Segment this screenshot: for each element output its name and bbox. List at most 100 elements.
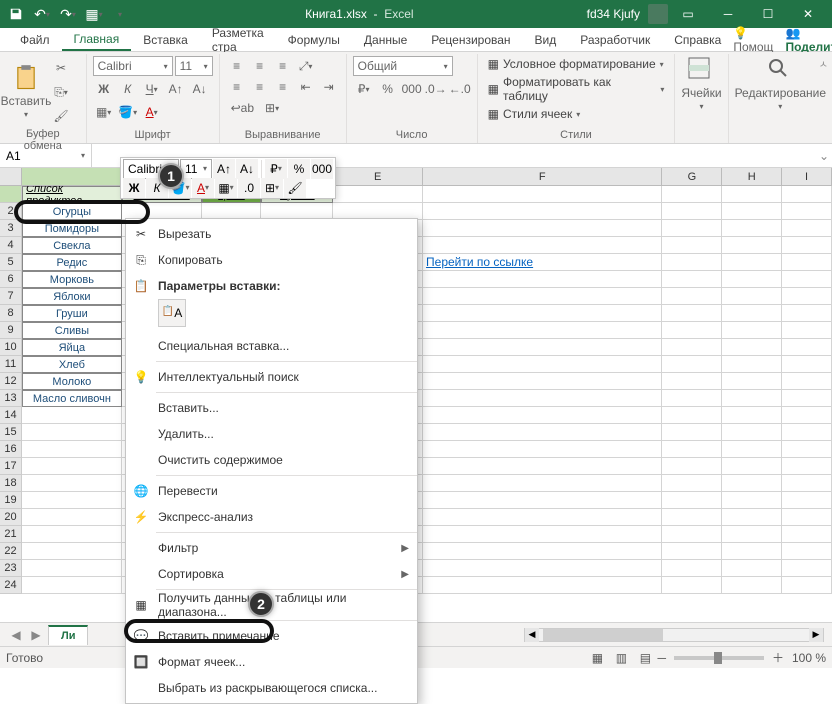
row-header[interactable]: 22 — [0, 543, 22, 560]
ctx-filter[interactable]: Фильтр▶ — [126, 535, 417, 561]
ribbon-options-icon[interactable]: ▭ — [668, 0, 708, 28]
row-header[interactable]: 16 — [0, 441, 22, 458]
font-name-combo[interactable]: Calibri▾ — [93, 56, 173, 76]
conditional-formatting-button[interactable]: ▦Условное форматирование▾ — [484, 56, 669, 72]
zoom-plus[interactable]: ＋ — [772, 649, 784, 666]
save-icon[interactable] — [4, 2, 28, 26]
font-color-icon[interactable]: A▾ — [141, 102, 163, 122]
mini-decrease-font-icon[interactable]: A↓ — [236, 159, 258, 179]
collapse-ribbon-icon[interactable]: ㅅ — [819, 56, 828, 71]
mini-increase-font-icon[interactable]: A↑ — [213, 159, 235, 179]
increase-indent-icon[interactable]: ⇥ — [318, 77, 340, 97]
col-header-a[interactable] — [22, 168, 122, 186]
paste-button[interactable]: Вставить ▾ — [1, 64, 52, 119]
ctx-paste-special[interactable]: Специальная вставка... — [126, 333, 417, 359]
hscroll-thumb[interactable] — [543, 629, 663, 641]
row-header[interactable]: 19 — [0, 492, 22, 509]
mini-percent-icon[interactable]: % — [288, 159, 310, 179]
cell[interactable]: Редис — [22, 254, 122, 271]
row-header[interactable]: 11 — [0, 356, 22, 373]
maximize-icon[interactable]: ☐ — [748, 0, 788, 28]
cell[interactable]: Яйца — [22, 339, 122, 356]
calc-icon[interactable]: ▦▾ — [82, 2, 106, 26]
ctx-pick-list[interactable]: Выбрать из раскрывающегося списка... — [126, 675, 417, 701]
row-header[interactable]: 18 — [0, 475, 22, 492]
close-icon[interactable]: ✕ — [788, 0, 828, 28]
row-header[interactable]: 24 — [0, 577, 22, 594]
mini-font-color-icon[interactable]: A▾ — [192, 178, 214, 198]
orientation-icon[interactable]: ⤢▾ — [295, 56, 317, 76]
ctx-sort[interactable]: Сортировка▶ — [126, 561, 417, 587]
comma-icon[interactable]: 000 — [401, 79, 423, 99]
cell[interactable]: Груши — [22, 305, 122, 322]
row-header[interactable]: 20 — [0, 509, 22, 526]
tab-developer[interactable]: Разработчик — [568, 28, 662, 51]
row-header[interactable]: 15 — [0, 424, 22, 441]
row-header[interactable]: 10 — [0, 339, 22, 356]
cell[interactable]: Сливы — [22, 322, 122, 339]
row-header[interactable]: 13 — [0, 390, 22, 407]
sheet-tab[interactable]: Ли — [48, 625, 88, 645]
paste-option-values[interactable]: 📋A — [158, 299, 186, 327]
tab-home[interactable]: Главная — [62, 28, 132, 51]
align-middle-icon[interactable]: ≡ — [249, 56, 271, 76]
col-header-h[interactable]: H — [722, 168, 782, 186]
decrease-indent-icon[interactable]: ⇤ — [295, 77, 317, 97]
row-header[interactable]: 23 — [0, 560, 22, 577]
mini-currency-icon[interactable]: ₽▾ — [265, 159, 287, 179]
row-header[interactable]: 17 — [0, 458, 22, 475]
tab-layout[interactable]: Разметка стра — [200, 28, 276, 51]
tab-data[interactable]: Данные — [352, 28, 419, 51]
font-size-combo[interactable]: 11▾ — [175, 56, 213, 76]
tab-file[interactable]: Файл — [8, 28, 62, 51]
increase-font-icon[interactable]: A↑ — [165, 79, 187, 99]
cells-button[interactable]: Ячейки ▾ — [681, 56, 721, 111]
hyperlink[interactable]: Перейти по ссылке — [426, 255, 533, 269]
tab-formulas[interactable]: Формулы — [276, 28, 352, 51]
view-break-icon[interactable]: ▤ — [634, 649, 656, 667]
share-button[interactable]: 👥 Поделиться — [785, 26, 832, 54]
redo-icon[interactable]: ↷▾ — [56, 2, 80, 26]
row-header[interactable]: 21 — [0, 526, 22, 543]
tell-me[interactable]: 💡 Помощ — [733, 26, 773, 54]
cell[interactable]: Масло сливочн — [22, 390, 122, 407]
cell[interactable]: Молоко — [22, 373, 122, 390]
decrease-font-icon[interactable]: A↓ — [189, 79, 211, 99]
align-bottom-icon[interactable]: ≡ — [272, 56, 294, 76]
view-normal-icon[interactable]: ▦ — [586, 649, 608, 667]
tab-view[interactable]: Вид — [523, 28, 569, 51]
number-format-combo[interactable]: Общий▾ — [353, 56, 453, 76]
ctx-format-cells[interactable]: 🔲Формат ячеек... — [126, 649, 417, 675]
sheet-nav-next-icon[interactable]: ▶ — [28, 628, 44, 642]
ctx-smart-lookup[interactable]: 💡Интеллектуальный поиск — [126, 364, 417, 390]
avatar-icon[interactable] — [648, 4, 668, 24]
ctx-copy[interactable]: ⎘Копировать — [126, 247, 417, 273]
undo-icon[interactable]: ↶▾ — [30, 2, 54, 26]
col-header-e[interactable]: E — [333, 168, 423, 186]
select-all-corner[interactable] — [0, 168, 22, 186]
ctx-cut[interactable]: ✂Вырезать — [126, 221, 417, 247]
borders-icon[interactable]: ▦▾ — [93, 102, 115, 122]
row-header[interactable]: 14 — [0, 407, 22, 424]
percent-icon[interactable]: % — [377, 79, 399, 99]
format-as-table-button[interactable]: ▦Форматировать как таблицу▾ — [484, 74, 669, 104]
mini-format-painter-icon[interactable]: 🖌 — [284, 178, 306, 198]
mini-font-size[interactable]: 11▾ — [180, 159, 212, 179]
tab-help[interactable]: Справка — [662, 28, 733, 51]
zoom-minus[interactable]: ─ — [657, 651, 666, 665]
ctx-insert[interactable]: Вставить... — [126, 395, 417, 421]
align-top-icon[interactable]: ≡ — [226, 56, 248, 76]
col-header-g[interactable]: G — [662, 168, 722, 186]
align-right-icon[interactable]: ≡ — [272, 77, 294, 97]
align-left-icon[interactable]: ≡ — [226, 77, 248, 97]
row-header[interactable]: 6 — [0, 271, 22, 288]
zoom-slider[interactable] — [674, 656, 764, 660]
cell-styles-button[interactable]: ▦Стили ячеек▾ — [484, 106, 669, 122]
row-header[interactable]: 5 — [0, 254, 22, 271]
decrease-decimal-icon[interactable]: ←.0 — [449, 79, 471, 99]
horizontal-scrollbar[interactable]: ◀ ▶ — [524, 628, 824, 642]
underline-icon[interactable]: Ч▾ — [141, 79, 163, 99]
cell[interactable]: Яблоки — [22, 288, 122, 305]
expand-formula-bar-icon[interactable]: ⌄ — [816, 144, 832, 167]
qat-customize-icon[interactable]: ▾ — [108, 2, 132, 26]
